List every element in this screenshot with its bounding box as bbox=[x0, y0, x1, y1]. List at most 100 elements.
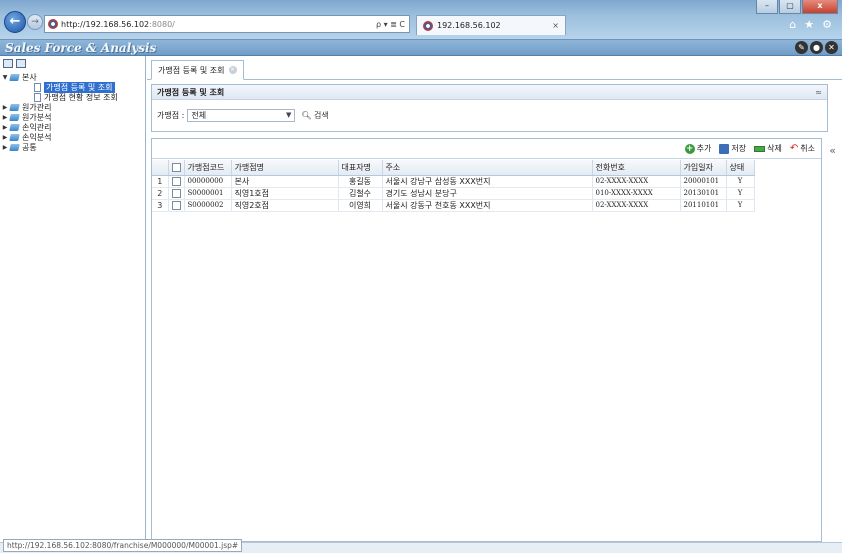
row-number: 1 bbox=[152, 175, 169, 188]
franchise-grid-panel: + 추가 저장 삭제 ↶ 취소 가맹점코드 가맹점명 대표자명 주소 전화번호 … bbox=[151, 138, 822, 542]
cell-joined[interactable]: 20130101 bbox=[680, 187, 727, 200]
row-select-cell bbox=[168, 175, 185, 188]
expand-all-icon[interactable] bbox=[3, 59, 13, 68]
cancel-button[interactable]: ↶ 취소 bbox=[790, 143, 815, 154]
tab-franchise-register[interactable]: 가맹점 등록 및 조회 × bbox=[151, 60, 244, 80]
search-icon: 🔍︎ bbox=[301, 110, 312, 120]
ie-icon bbox=[48, 19, 58, 29]
tree-item-common[interactable]: ▶ 공통 bbox=[0, 142, 146, 152]
chevron-down-icon: ▼ bbox=[285, 111, 292, 119]
cell-status[interactable]: Y bbox=[726, 199, 755, 212]
address-bar[interactable]: http://192.168.56.102 :8080/ ρ ▾ ≣ C bbox=[44, 15, 410, 33]
cell-rep[interactable]: 이영희 bbox=[338, 199, 383, 212]
folder-icon bbox=[9, 123, 20, 131]
maximize-button[interactable]: ▢ bbox=[779, 0, 801, 14]
cell-tel[interactable]: 010-XXXX-XXXX bbox=[592, 187, 681, 200]
collapse-right-icon[interactable]: « bbox=[829, 144, 836, 157]
tree-item-label: 가맹점 현황 정보 조회 bbox=[44, 92, 118, 102]
column-header-name[interactable]: 가맹점명 bbox=[231, 160, 339, 176]
collapse-all-icon[interactable] bbox=[16, 59, 26, 68]
cell-name[interactable]: 본사 bbox=[231, 175, 339, 188]
tab-ie-icon bbox=[423, 20, 433, 31]
cell-address[interactable]: 서울시 강남구 삼성동 XXX번지 bbox=[382, 175, 593, 188]
panel-collapse-icon[interactable]: ≈ bbox=[815, 88, 822, 97]
cell-status[interactable]: Y bbox=[726, 187, 755, 200]
tree-item-franchise-register[interactable]: 가맹점 등록 및 조회 bbox=[0, 81, 146, 93]
save-icon bbox=[719, 143, 730, 154]
add-button[interactable]: + 추가 bbox=[684, 143, 712, 154]
edit-icon[interactable]: ✎ bbox=[795, 41, 808, 54]
cell-address[interactable]: 서울시 강동구 천호동 XXX번지 bbox=[382, 199, 593, 212]
cancel-button-label: 취소 bbox=[800, 144, 815, 153]
cell-code[interactable]: 00000000 bbox=[184, 175, 232, 188]
column-header-address[interactable]: 주소 bbox=[382, 160, 593, 176]
table-row[interactable]: 1 00000000 본사 홍길동 서울시 강남구 삼성동 XXX번지 02-X… bbox=[152, 175, 755, 188]
row-checkbox[interactable] bbox=[171, 188, 181, 198]
column-header-tel[interactable]: 전화번호 bbox=[592, 160, 681, 176]
cell-tel[interactable]: 02-XXXX-XXXX bbox=[592, 175, 681, 188]
cell-joined[interactable]: 20000101 bbox=[680, 175, 727, 188]
address-tools-icons[interactable]: ρ ▾ ≣ C bbox=[376, 20, 405, 29]
logout-icon[interactable]: ✕ bbox=[825, 41, 838, 54]
select-all-checkbox[interactable] bbox=[171, 162, 181, 172]
tree-item-cost-analysis[interactable]: ▶ 원가분석 bbox=[0, 112, 146, 122]
cell-code[interactable]: S0000002 bbox=[184, 199, 232, 212]
tree-item-label: 공통 bbox=[22, 142, 37, 152]
table-row[interactable]: 3 S0000002 직영2호점 이영희 서울시 강동구 천호동 XXX번지 0… bbox=[152, 199, 755, 212]
delete-icon bbox=[754, 145, 766, 152]
cell-rep[interactable]: 홍길동 bbox=[338, 175, 383, 188]
save-button-label: 저장 bbox=[731, 144, 747, 153]
home-icon[interactable]: ⌂ bbox=[789, 18, 796, 31]
cell-rep[interactable]: 김철수 bbox=[338, 187, 383, 200]
address-port: :8080/ bbox=[149, 19, 175, 29]
sidebar: ▼ 본사 가맹점 등록 및 조회 가맹점 현황 정보 조회 ▶ 원가관리 ▶ 원… bbox=[0, 56, 146, 542]
user-icon[interactable]: ● bbox=[810, 41, 823, 54]
tree-item-pl-management[interactable]: ▶ 손익관리 bbox=[0, 122, 146, 132]
column-header-code[interactable]: 가맹점코드 bbox=[184, 160, 232, 176]
folder-icon bbox=[9, 113, 20, 121]
close-window-button[interactable]: x bbox=[802, 0, 838, 14]
page-icon bbox=[34, 82, 41, 92]
forward-button[interactable]: → bbox=[27, 14, 43, 30]
browser-tab[interactable]: 192.168.56.102 × bbox=[416, 15, 566, 35]
folder-icon bbox=[9, 133, 20, 141]
column-header-joined[interactable]: 가입일자 bbox=[680, 160, 727, 176]
add-button-label: 추가 bbox=[696, 144, 712, 153]
tree-item-pl-analysis[interactable]: ▶ 손익분석 bbox=[0, 132, 146, 142]
address-url: http://192.168.56.102 bbox=[61, 19, 150, 29]
cell-code[interactable]: S0000001 bbox=[184, 187, 232, 200]
save-button[interactable]: 저장 bbox=[719, 143, 746, 154]
status-url: http://192.168.56.102:8080/franchise/M00… bbox=[3, 539, 243, 552]
delete-button[interactable]: 삭제 bbox=[754, 143, 782, 154]
browser-toolbar-icons: ⌂ ★ ⚙ bbox=[789, 18, 832, 31]
cell-joined[interactable]: 20110101 bbox=[680, 199, 727, 212]
panel-title: 가맹점 등록 및 조회 bbox=[157, 87, 225, 97]
cell-address[interactable]: 경기도 성남시 분당구 bbox=[382, 187, 593, 200]
cell-name[interactable]: 직영2호점 bbox=[231, 199, 339, 212]
main-content: 가맹점 등록 및 조회 × 가맹점 등록 및 조회 ≈ 가맹점 : 전체 ▼ 🔍… bbox=[147, 56, 842, 542]
row-select-cell bbox=[168, 187, 185, 200]
column-header-rep[interactable]: 대표자명 bbox=[338, 160, 383, 176]
minimize-button[interactable]: – bbox=[756, 0, 778, 14]
back-button[interactable]: ← bbox=[4, 11, 26, 33]
table-header-row: 가맹점코드 가맹점명 대표자명 주소 전화번호 가입일자 상태 bbox=[152, 160, 755, 176]
search-button[interactable]: 🔍︎ 검색 bbox=[301, 110, 328, 121]
cell-tel[interactable]: 02-XXXX-XXXX bbox=[592, 199, 681, 212]
cell-name[interactable]: 직영1호점 bbox=[231, 187, 339, 200]
row-checkbox[interactable] bbox=[171, 200, 181, 210]
row-number: 2 bbox=[152, 187, 169, 200]
favorites-icon[interactable]: ★ bbox=[804, 18, 814, 31]
row-checkbox[interactable] bbox=[171, 176, 181, 186]
column-header-rownum bbox=[152, 160, 169, 176]
tree-item-hq[interactable]: ▼ 본사 bbox=[0, 72, 146, 82]
column-header-status[interactable]: 상태 bbox=[726, 160, 755, 176]
cell-status[interactable]: Y bbox=[726, 175, 755, 188]
tree-item-cost-management[interactable]: ▶ 원가관리 bbox=[0, 102, 146, 112]
settings-icon[interactable]: ⚙ bbox=[822, 18, 832, 31]
table-row[interactable]: 2 S0000001 직영1호점 김철수 경기도 성남시 분당구 010-XXX… bbox=[152, 187, 755, 200]
franchise-select[interactable]: 전체 ▼ bbox=[187, 108, 296, 122]
tab-close-icon[interactable]: × bbox=[228, 66, 237, 74]
search-panel: 가맹점 등록 및 조회 ≈ 가맹점 : 전체 ▼ 🔍︎ 검색 bbox=[151, 84, 828, 132]
tab-close-icon[interactable]: × bbox=[552, 21, 559, 30]
tree-item-franchise-status[interactable]: 가맹점 현황 정보 조회 bbox=[0, 92, 146, 102]
